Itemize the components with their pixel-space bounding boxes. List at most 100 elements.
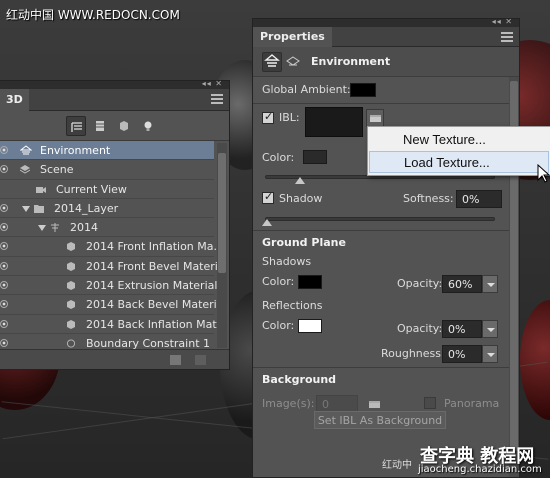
filter-lights-button[interactable] — [138, 116, 158, 136]
shadows-label: Shadows — [262, 255, 312, 268]
tree-row-2014[interactable]: 2014 — [0, 218, 214, 238]
expand-triangle-icon[interactable] — [38, 225, 46, 232]
softness-field[interactable]: 0% — [456, 190, 502, 208]
shadows-color-swatch[interactable] — [298, 275, 322, 289]
folder-icon — [369, 401, 380, 408]
tree-row-material[interactable]: 2014 Front Inflation Ma... — [0, 237, 224, 257]
material-icon — [67, 319, 75, 329]
new-layer-icon[interactable] — [170, 355, 181, 365]
filter-whole-scene-button[interactable] — [66, 116, 86, 136]
folder-icon — [34, 204, 44, 213]
tree-row-label: 2014 Front Inflation Ma... — [86, 240, 224, 254]
material-icon — [67, 242, 75, 252]
tab-properties[interactable]: Properties — [253, 27, 332, 47]
ibl-color-swatch[interactable] — [303, 150, 327, 164]
softness-label: Softness: — [403, 192, 454, 205]
reflections-opacity-dropdown[interactable] — [482, 320, 498, 338]
ibl-intensity-knob[interactable] — [295, 177, 305, 184]
ibl-texture-preview[interactable] — [305, 107, 363, 137]
visibility-eye-icon[interactable] — [0, 223, 8, 232]
tree-scrollbar[interactable] — [217, 143, 227, 348]
panel-grip[interactable]: ◂◂ ✕ — [0, 79, 229, 89]
scene-icon — [20, 165, 30, 174]
tree-row-label: 2014 — [70, 221, 98, 235]
texture-context-menu: New Texture... Load Texture... — [367, 126, 550, 176]
visibility-eye-icon[interactable] — [0, 261, 8, 270]
shadows-opacity-label: Opacity: — [397, 277, 443, 290]
panel-tab-row: Properties — [253, 27, 519, 47]
shadows-opacity-dropdown[interactable] — [482, 275, 498, 293]
ibl-folder-button[interactable] — [366, 109, 384, 127]
watermark-bottom: 红动中 查字典 教程网 jiaocheng.chazidian.com — [382, 442, 550, 478]
tree-row-label: Environment — [40, 144, 111, 157]
trash-icon[interactable] — [195, 355, 206, 365]
global-ambient-label: Global Ambient: — [262, 83, 351, 96]
divider — [253, 103, 511, 104]
shadow-label: Shadow — [279, 192, 323, 205]
menu-item-load-texture[interactable]: Load Texture... — [369, 151, 549, 173]
properties-title: Environment — [311, 55, 391, 68]
visibility-eye-icon[interactable] — [0, 319, 8, 328]
expand-triangle-icon[interactable] — [22, 205, 30, 212]
shadow-checkbox[interactable] — [262, 190, 274, 204]
reflections-color-swatch[interactable] — [298, 319, 322, 333]
panel-menu-icon[interactable] — [501, 32, 513, 42]
tree-row-label: 2014 Front Bevel Material — [86, 259, 228, 273]
tree-row-layer[interactable]: 2014_Layer — [0, 199, 214, 219]
filter-toolbar — [0, 111, 229, 141]
panorama-checkbox[interactable] — [424, 397, 436, 409]
tree-row-material[interactable]: 2014 Front Bevel Material — [0, 257, 228, 277]
tree-row-label: Current View — [56, 182, 127, 196]
scrollbar-thumb[interactable] — [218, 153, 226, 273]
tree-row-material[interactable]: 2014 Extrusion Material — [0, 276, 217, 296]
camera-icon — [36, 186, 46, 193]
filter-meshes-button[interactable] — [90, 116, 110, 136]
softness-knob[interactable] — [262, 219, 272, 226]
filter-materials-button[interactable] — [114, 116, 134, 136]
panel-tab-row: 3D — [0, 89, 229, 111]
reflections-label: Reflections — [262, 299, 323, 312]
panel-menu-icon[interactable] — [211, 94, 223, 104]
scene-object — [520, 300, 550, 420]
tree-row-scene[interactable]: Scene — [0, 160, 214, 180]
tree-row-label: Scene — [40, 163, 74, 177]
reflections-opacity-field[interactable]: 0% — [442, 320, 482, 338]
ibl-color-label: Color: — [262, 151, 295, 164]
global-ambient-swatch[interactable] — [350, 83, 376, 97]
visibility-eye-icon[interactable] — [0, 242, 8, 251]
divider — [253, 230, 511, 231]
environment-icon[interactable] — [262, 52, 282, 72]
collapse-icon[interactable]: ◂◂ ✕ — [202, 79, 223, 88]
tab-3d[interactable]: 3D — [0, 89, 29, 111]
shadows-opacity-field[interactable]: 60% — [442, 275, 482, 293]
ibl-label: IBL: — [279, 111, 300, 124]
panel-grip[interactable]: ◂◂ ✕ — [253, 17, 519, 27]
tree-row-environment[interactable]: Environment — [0, 141, 214, 161]
mesh-icon — [51, 223, 59, 233]
ibl-checkbox[interactable] — [262, 110, 274, 124]
softness-slider[interactable] — [265, 217, 495, 221]
ground-plane-header: Ground Plane — [262, 236, 346, 249]
collapse-icon[interactable]: ◂◂ ✕ — [492, 17, 513, 26]
roughness-dropdown[interactable] — [482, 345, 498, 363]
tree-row-current-view[interactable]: Current View — [0, 180, 214, 199]
background-header: Background — [262, 373, 337, 386]
reflections-opacity-label: Opacity: — [397, 322, 443, 335]
panel-3d: ◂◂ ✕ 3D Environment Scene Current View 2… — [0, 79, 230, 370]
visibility-eye-icon[interactable] — [0, 281, 8, 290]
scene-icon[interactable] — [286, 56, 300, 68]
set-ibl-as-background-button[interactable]: Set IBL As Background — [314, 411, 446, 429]
mesh-icon — [96, 121, 104, 131]
menu-item-new-texture[interactable]: New Texture... — [369, 129, 549, 151]
tree-row-material[interactable]: 2014 Back Inflation Mat... — [0, 315, 227, 334]
tree-row-material[interactable]: 2014 Back Bevel Material — [0, 295, 227, 315]
roughness-field[interactable]: 0% — [442, 345, 482, 363]
visibility-eye-icon[interactable] — [0, 165, 8, 174]
visibility-eye-icon[interactable] — [0, 300, 8, 309]
roughness-label: Roughness: — [381, 347, 445, 360]
watermark-top: 红动中国 WWW.REDOCN.COM — [6, 8, 180, 22]
light-bulb-icon — [144, 121, 152, 131]
visibility-eye-icon[interactable] — [0, 338, 8, 347]
visibility-eye-icon[interactable] — [0, 203, 8, 212]
visibility-eye-icon[interactable] — [0, 146, 8, 154]
